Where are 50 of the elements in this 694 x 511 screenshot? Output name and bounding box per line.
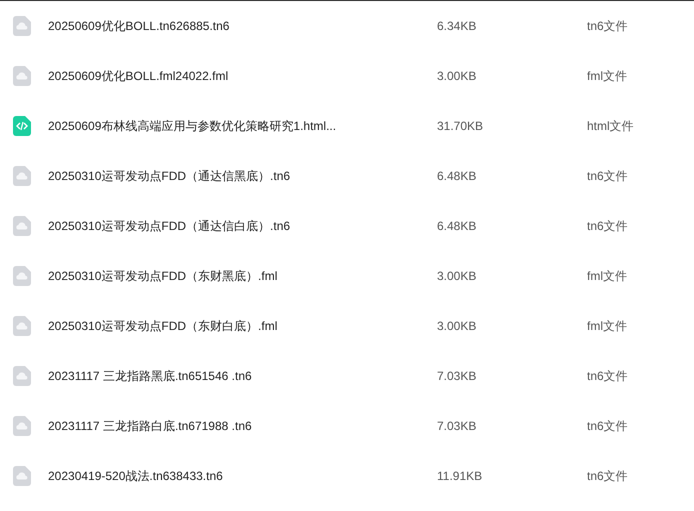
file-type: tn6文件 xyxy=(587,18,628,35)
file-name: 20250310运哥发动点FDD（通达信白底）.tn6 xyxy=(48,218,292,235)
file-size: 6.34KB xyxy=(437,18,478,35)
file-size: 3.00KB xyxy=(437,68,478,85)
file-type: tn6文件 xyxy=(587,168,628,185)
file-type: fml文件 xyxy=(587,68,627,85)
file-size: 6.48KB xyxy=(437,218,478,235)
cloud-file-icon xyxy=(13,366,31,386)
cloud-file-icon xyxy=(13,416,31,436)
file-size: 3.00KB xyxy=(437,268,478,285)
file-row[interactable]: 20250310运哥发动点FDD（通达信白底）.tn6 6.48KB tn6文件 xyxy=(0,201,694,251)
cloud-file-icon xyxy=(13,266,31,286)
cloud-file-icon xyxy=(13,16,31,36)
file-size: 7.03KB xyxy=(437,418,478,435)
file-type: html文件 xyxy=(587,118,634,135)
file-type: tn6文件 xyxy=(587,468,628,485)
file-row[interactable]: 20250609布林线高端应用与参数优化策略研究1.html... 31.70KB html文件 xyxy=(0,101,694,151)
cloud-file-icon xyxy=(13,466,31,486)
cloud-file-icon xyxy=(13,216,31,236)
file-name: 20250310运哥发动点FDD（东财白底）.fml xyxy=(48,318,278,335)
file-name: 20250310运哥发动点FDD（通达信黑底）.tn6 xyxy=(48,168,292,185)
file-type: fml文件 xyxy=(587,268,627,285)
file-name: 20250609布林线高端应用与参数优化策略研究1.html... xyxy=(48,118,338,135)
file-row[interactable]: 20230419-520战法.tn638433.tn6 11.91KB tn6文件 xyxy=(0,451,694,501)
cloud-file-icon xyxy=(13,316,31,336)
file-type: fml文件 xyxy=(587,318,627,335)
file-name: 20230419-520战法.tn638433.tn6 xyxy=(48,468,224,485)
code-file-icon xyxy=(13,116,31,136)
file-row[interactable]: 20250609优化BOLL.fml24022.fml 3.00KB fml文件 xyxy=(0,51,694,101)
file-size: 3.00KB xyxy=(437,318,478,335)
file-row[interactable]: 20250310运哥发动点FDD（通达信黑底）.tn6 6.48KB tn6文件 xyxy=(0,151,694,201)
file-size: 31.70KB xyxy=(437,118,484,135)
file-name: 20250609优化BOLL.fml24022.fml xyxy=(48,68,230,85)
file-name: 20231117 三龙指路黑底.tn651546 .tn6 xyxy=(48,368,253,385)
file-row[interactable]: 20231117 三龙指路黑底.tn651546 .tn6 7.03KB tn6文件 xyxy=(0,351,694,401)
file-size: 6.48KB xyxy=(437,168,478,185)
file-name: 20231117 三龙指路白底.tn671988 .tn6 xyxy=(48,418,253,435)
file-row[interactable]: 20231117 三龙指路白底.tn671988 .tn6 7.03KB tn6文件 xyxy=(0,401,694,451)
cloud-file-icon xyxy=(13,166,31,186)
file-name: 20250609优化BOLL.tn626885.tn6 xyxy=(48,18,230,35)
file-size: 11.91KB xyxy=(437,468,484,485)
file-size: 7.03KB xyxy=(437,368,478,385)
file-type: tn6文件 xyxy=(587,368,628,385)
file-row[interactable]: 20250310运哥发动点FDD（东财黑底）.fml 3.00KB fml文件 xyxy=(0,251,694,301)
file-type: tn6文件 xyxy=(587,218,628,235)
cloud-file-icon xyxy=(13,66,31,86)
file-name: 20250310运哥发动点FDD（东财黑底）.fml xyxy=(48,268,278,285)
file-row[interactable]: 20250310运哥发动点FDD（东财白底）.fml 3.00KB fml文件 xyxy=(0,301,694,351)
file-type: tn6文件 xyxy=(587,418,628,435)
file-row[interactable]: 20250609优化BOLL.tn626885.tn6 6.34KB tn6文件 xyxy=(0,1,694,51)
